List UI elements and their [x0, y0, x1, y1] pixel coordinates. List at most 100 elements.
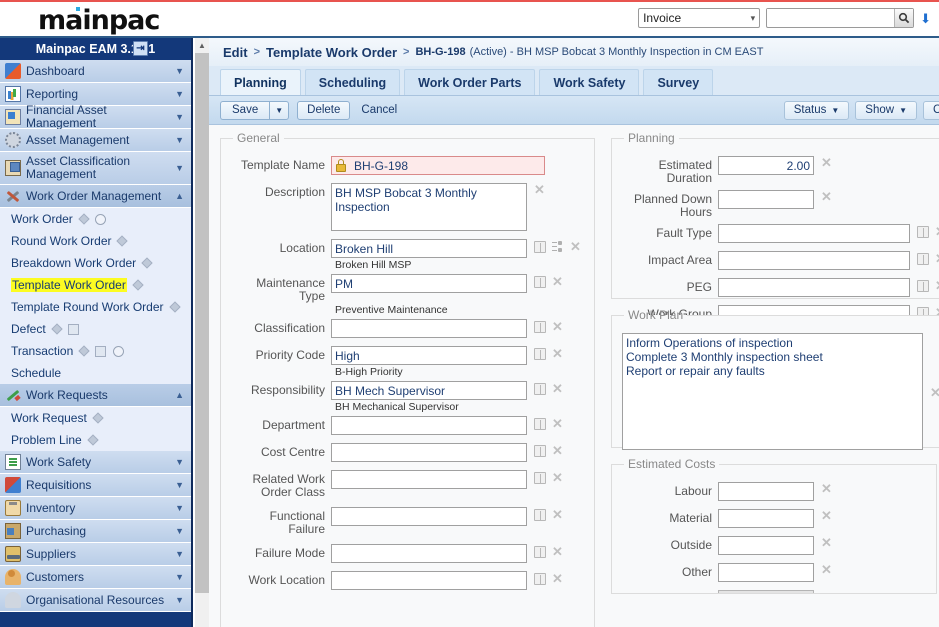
responsibility-input[interactable]: BH Mech Supervisor — [331, 381, 527, 400]
location-input[interactable]: Broken Hill — [331, 239, 527, 258]
clear-icon[interactable]: ✕ — [552, 510, 563, 520]
chevron-up-icon[interactable]: ▲ — [175, 390, 187, 400]
chevron-down-icon[interactable]: ▼ — [175, 135, 187, 145]
clear-icon[interactable]: ✕ — [821, 565, 832, 575]
chevron-down-icon[interactable]: ▼ — [175, 112, 187, 122]
add-new-icon[interactable] — [132, 279, 143, 290]
clear-icon[interactable]: ✕ — [552, 419, 563, 429]
lookup-icon[interactable] — [534, 348, 546, 360]
sidebar-group-financial-asset-management[interactable]: Financial Asset Management▼ — [0, 106, 191, 129]
clear-icon[interactable]: ✕ — [821, 158, 832, 168]
template-name-input[interactable]: BH-G-198 — [331, 156, 545, 175]
clear-icon[interactable]: ✕ — [552, 277, 563, 287]
scroll-up-button[interactable]: ▲ — [195, 38, 209, 53]
lookup-icon[interactable] — [917, 226, 929, 238]
search-category-select[interactable]: Invoice ▾ — [638, 8, 760, 28]
add-new-icon[interactable] — [87, 434, 98, 445]
sidebar-item-work-request[interactable]: Work Request — [0, 407, 191, 429]
sidebar-group-work-safety[interactable]: Work Safety▼ — [0, 451, 191, 474]
pin-panel-icon[interactable]: ⇥ — [133, 41, 148, 56]
save-button[interactable]: Save — [220, 101, 269, 120]
work-location-input[interactable] — [331, 571, 527, 590]
sidebar-group-suppliers[interactable]: Suppliers▼ — [0, 543, 191, 566]
cost-centre-input[interactable] — [331, 443, 527, 462]
clear-icon[interactable]: ✕ — [821, 484, 832, 494]
sidebar-group-work-requests[interactable]: Work Requests▲ — [0, 384, 191, 407]
tab-planning[interactable]: Planning — [220, 69, 301, 95]
tab-work-order-parts[interactable]: Work Order Parts — [404, 69, 535, 95]
sidebar-item-round-work-order[interactable]: Round Work Order — [0, 230, 191, 252]
lookup-icon[interactable] — [917, 280, 929, 292]
clear-icon[interactable]: ✕ — [930, 388, 939, 398]
lookup-icon[interactable] — [534, 383, 546, 395]
department-input[interactable] — [331, 416, 527, 435]
impact-area-input[interactable] — [718, 251, 910, 270]
clipped-menu-button[interactable]: C — [923, 101, 939, 120]
delete-button[interactable]: Delete — [297, 101, 350, 120]
status-menu-button[interactable]: Status ▼ — [784, 101, 850, 120]
lookup-icon[interactable] — [534, 241, 546, 253]
classification-input[interactable] — [331, 319, 527, 338]
functional-failure-input[interactable] — [331, 507, 527, 526]
grid-view-icon[interactable] — [95, 346, 106, 357]
sidebar-group-work-order-management[interactable]: Work Order Management▲ — [0, 185, 191, 208]
description-textarea[interactable]: BH MSP Bobcat 3 Monthly Inspection — [331, 183, 527, 231]
search-button[interactable] — [894, 9, 913, 27]
sidebar-group-asset-classification-management[interactable]: Asset Classification Management▼ — [0, 152, 191, 185]
sidebar-item-problem-line[interactable]: Problem Line — [0, 429, 191, 451]
sidebar-item-breakdown-work-order[interactable]: Breakdown Work Order — [0, 252, 191, 274]
chevron-down-icon[interactable]: ▼ — [175, 480, 187, 490]
sidebar-group-inventory[interactable]: Inventory▼ — [0, 497, 191, 520]
add-new-icon[interactable] — [169, 301, 180, 312]
content-scrollbar[interactable]: ▲ — [195, 38, 209, 627]
clear-icon[interactable]: ✕ — [552, 384, 563, 394]
lookup-icon[interactable] — [534, 573, 546, 585]
lookup-icon[interactable] — [534, 472, 546, 484]
history-icon[interactable] — [113, 346, 124, 357]
clear-icon[interactable]: ✕ — [552, 322, 563, 332]
sidebar-item-defect[interactable]: Defect — [0, 318, 191, 340]
clear-icon[interactable]: ✕ — [821, 192, 832, 202]
lookup-icon[interactable] — [917, 253, 929, 265]
chevron-down-icon[interactable]: ▼ — [175, 163, 187, 173]
chevron-down-icon[interactable]: ▼ — [175, 526, 187, 536]
chevron-down-icon[interactable]: ▼ — [175, 503, 187, 513]
clear-icon[interactable]: ✕ — [570, 242, 581, 252]
add-new-icon[interactable] — [92, 412, 103, 423]
tab-work-safety[interactable]: Work Safety — [539, 69, 639, 95]
show-menu-button[interactable]: Show ▼ — [855, 101, 917, 120]
clear-icon[interactable]: ✕ — [552, 349, 563, 359]
clear-icon[interactable]: ✕ — [935, 281, 939, 291]
labour-input[interactable] — [718, 482, 814, 501]
lookup-icon[interactable] — [534, 509, 546, 521]
estimated-duration-input[interactable]: 2.00 — [718, 156, 814, 175]
clear-icon[interactable]: ✕ — [534, 185, 545, 195]
sidebar-group-asset-management[interactable]: Asset Management▼ — [0, 129, 191, 152]
chevron-down-icon[interactable]: ▼ — [175, 572, 187, 582]
clear-icon[interactable]: ✕ — [552, 547, 563, 557]
chevron-up-icon[interactable]: ▲ — [175, 191, 187, 201]
failure-mode-input[interactable] — [331, 544, 527, 563]
hierarchy-icon[interactable] — [552, 241, 564, 253]
sidebar-item-template-round-work-order[interactable]: Template Round Work Order — [0, 296, 191, 318]
work-plan-textarea[interactable]: Inform Operations of inspection Complete… — [622, 333, 923, 450]
sidebar-group-dashboard[interactable]: Dashboard▼ — [0, 60, 191, 83]
save-dropdown-button[interactable]: ▼ — [269, 101, 289, 120]
cancel-button[interactable]: Cancel — [361, 104, 397, 116]
sidebar-group-requisitions[interactable]: Requisitions▼ — [0, 474, 191, 497]
clear-icon[interactable]: ✕ — [552, 473, 563, 483]
download-arrow-icon[interactable]: ⬇ — [920, 12, 931, 25]
lookup-icon[interactable] — [534, 276, 546, 288]
history-icon[interactable] — [95, 214, 106, 225]
clear-icon[interactable]: ✕ — [821, 538, 832, 548]
material-input[interactable] — [718, 509, 814, 528]
sidebar-group-organisational-resources[interactable]: Organisational Resources▼ — [0, 589, 191, 612]
outside-input[interactable] — [718, 536, 814, 555]
sidebar-item-work-order[interactable]: Work Order — [0, 208, 191, 230]
tab-scheduling[interactable]: Scheduling — [305, 69, 400, 95]
sidebar-item-template-work-order[interactable]: Template Work Order — [0, 274, 191, 296]
clear-icon[interactable]: ✕ — [552, 574, 563, 584]
clear-icon[interactable]: ✕ — [935, 254, 939, 264]
scrollbar-thumb[interactable] — [195, 53, 209, 593]
global-search-input-wrap[interactable] — [766, 8, 914, 28]
